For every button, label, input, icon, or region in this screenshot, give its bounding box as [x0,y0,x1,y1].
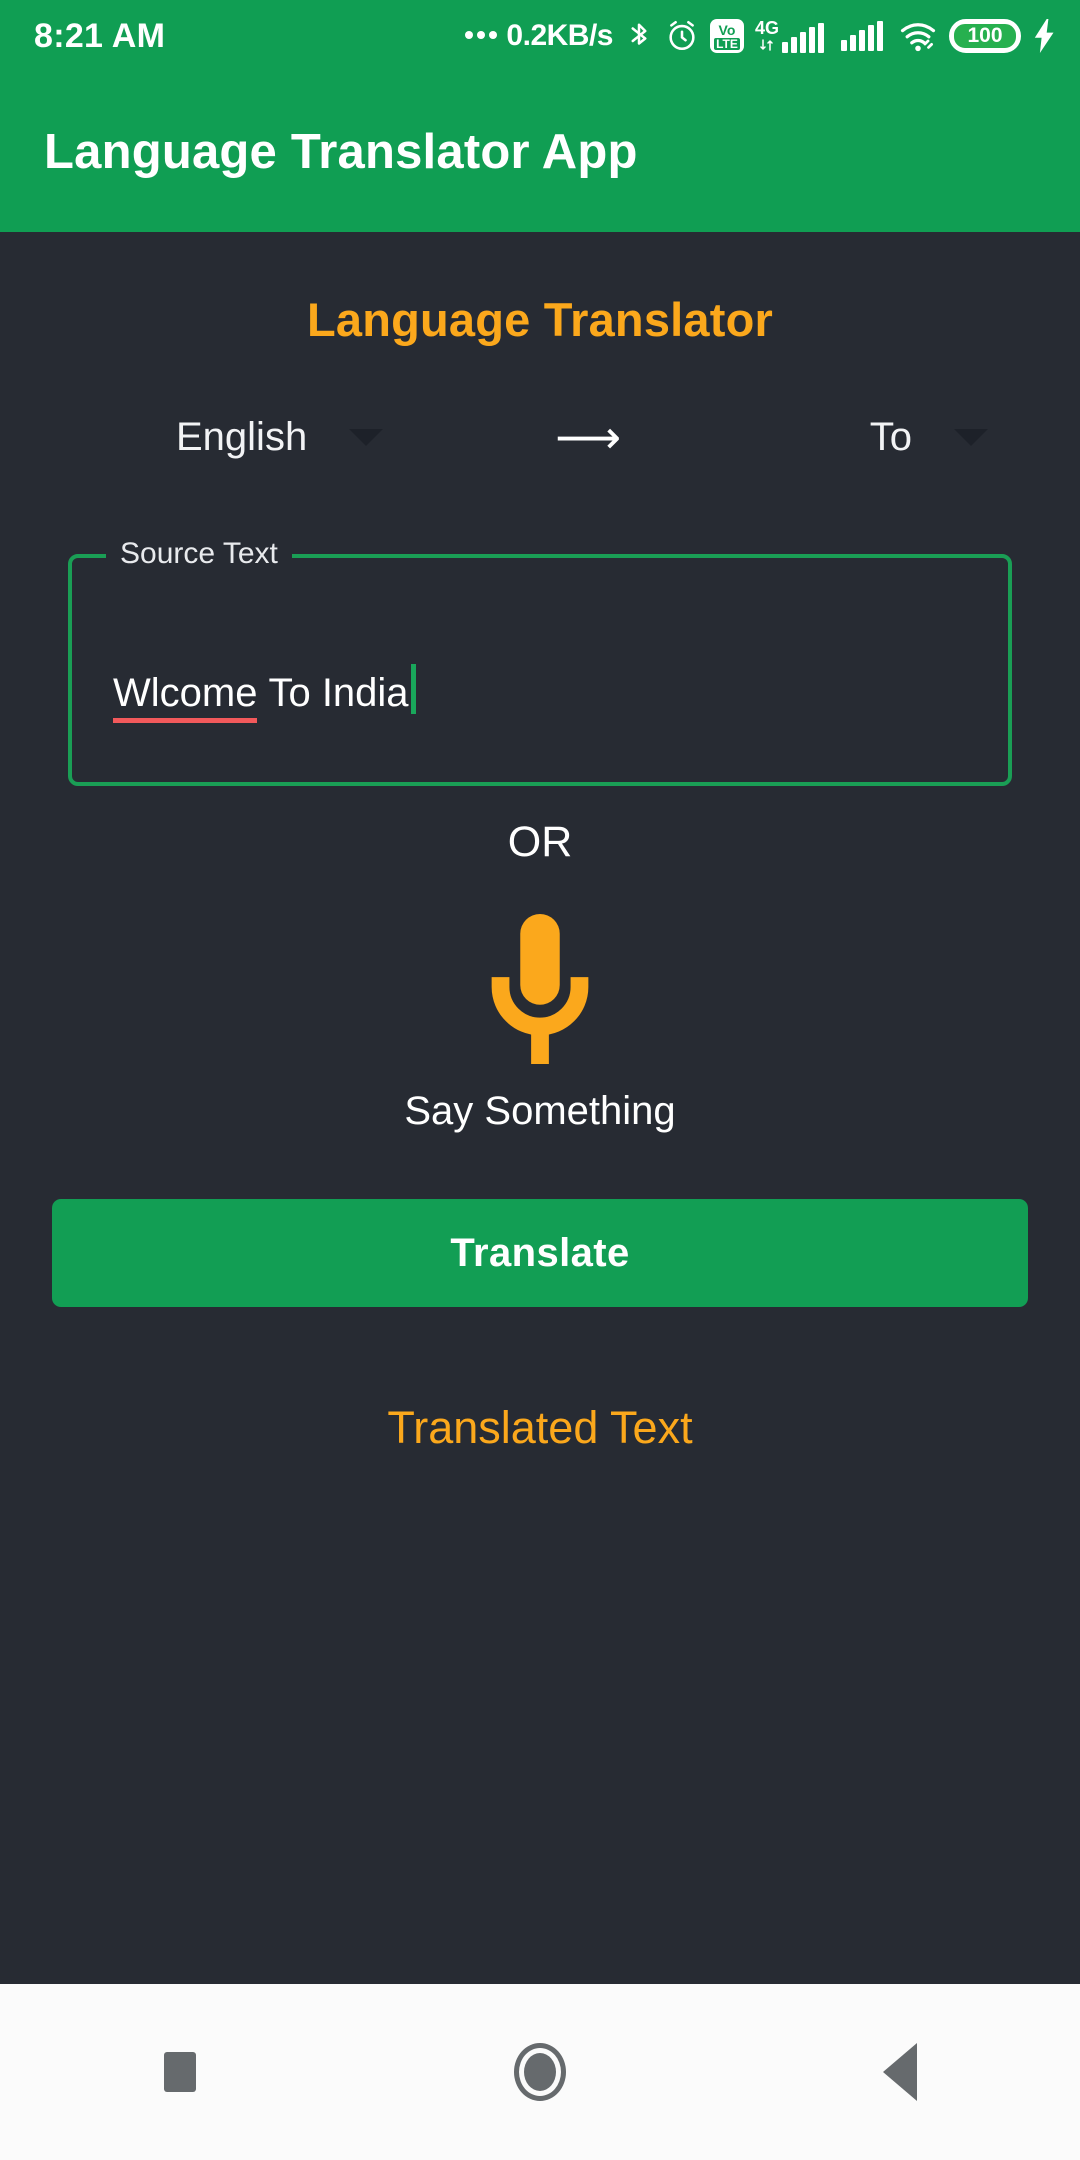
app-title: Language Translator App [44,125,638,179]
battery-icon: 100 [949,19,1021,53]
status-bar-icons: 0.2KB/s Vo LTE 4G 100 [465,18,1058,54]
microphone-button[interactable] [0,914,1080,1064]
battery-level-label: 100 [952,22,1018,50]
translated-text-label: Translated Text [387,1402,693,1453]
signal-4g-icon: 4G [755,19,824,53]
misspelled-word: Wlcome [113,671,258,723]
or-label: OR [507,818,573,866]
chevron-down-icon [954,428,988,446]
back-button[interactable] [720,2043,1080,2101]
text-cursor [410,664,416,714]
main-content: Language Translator English ⟶ To Source … [0,232,1080,1984]
recents-button[interactable] [0,2052,360,2092]
alarm-icon [665,19,699,53]
language-selector-row: English ⟶ To [0,402,1080,472]
source-language-label: English [176,414,308,459]
bluetooth-icon [624,18,654,54]
source-text-value[interactable]: Wlcome To India [113,656,416,723]
dots-icon [465,30,498,42]
chevron-down-icon [349,428,384,446]
status-bar: 8:21 AM 0.2KB/s Vo LTE 4G 100 [0,0,1080,72]
volte-icon: Vo LTE [709,19,744,53]
volte-bottom-label: LTE [714,36,740,51]
source-language-dropdown[interactable]: English [176,414,384,460]
phone-screen: 8:21 AM 0.2KB/s Vo LTE 4G 100 Language T… [0,0,1080,2160]
source-text-label: Source Text [106,535,292,573]
target-language-label: To [869,414,912,459]
signal-icon [841,21,883,51]
network-type-label: 4G [754,18,779,38]
translate-button-label: Translate [450,1230,630,1275]
recents-square-icon [164,2052,196,2092]
charging-bolt-icon [1032,19,1058,53]
status-bar-clock: 8:21 AM [34,16,166,55]
page-title: Language Translator [306,293,774,346]
microphone-icon [491,914,589,1064]
home-button[interactable] [360,2043,720,2101]
say-something-label: Say Something [404,1089,676,1133]
home-circle-icon [514,2043,566,2101]
translated-text-value [0,1484,1080,1494]
navigation-bar [0,1984,1080,2160]
back-triangle-icon [883,2043,917,2101]
direction-arrow-icon: ⟶ [555,410,622,464]
translate-button[interactable]: Translate [52,1199,1028,1307]
network-speed-label: 0.2KB/s [506,19,613,52]
source-text-remainder: To India [268,671,409,715]
app-bar: Language Translator App [0,72,1080,232]
wifi-icon [898,19,938,53]
volte-top-label: Vo [718,21,736,38]
target-language-dropdown[interactable]: To [870,415,988,460]
source-text-field[interactable]: Source Text Wlcome To India [68,535,1012,786]
